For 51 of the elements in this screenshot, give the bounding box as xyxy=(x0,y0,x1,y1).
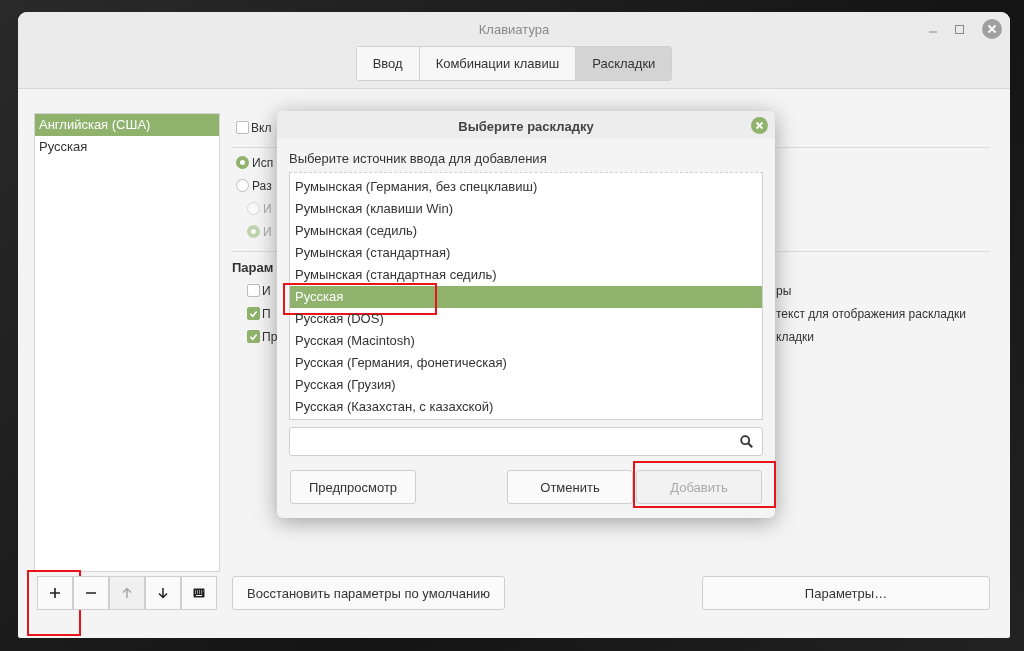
arrow-down-button[interactable] xyxy=(145,576,181,610)
close-icon[interactable] xyxy=(982,19,1002,39)
option-label: кладки xyxy=(775,329,815,344)
option-label: текст для отображения раскладки xyxy=(775,306,967,321)
settings-button[interactable]: Параметры… xyxy=(702,576,990,610)
option-label: И xyxy=(263,201,272,216)
dialog-button[interactable]: Предпросмотр xyxy=(290,470,416,504)
checkbox[interactable] xyxy=(247,330,260,343)
keyboard-button[interactable] xyxy=(181,576,217,610)
option-label: Вкл xyxy=(251,120,272,135)
check-icon xyxy=(248,331,259,342)
layout-option[interactable]: Русская (Грузия) xyxy=(290,374,762,396)
layout-option[interactable]: Русская (Германия, фонетическая) xyxy=(290,352,762,374)
layout-option[interactable]: Русская (DOS) xyxy=(290,308,762,330)
radio-button[interactable] xyxy=(236,179,249,192)
layout-option[interactable]: Румынская (стандартная) xyxy=(290,242,762,264)
search-field[interactable] xyxy=(289,427,763,456)
option-label: ры xyxy=(775,283,793,298)
tab[interactable]: Раскладки xyxy=(575,47,672,80)
dialog-title: Выберите раскладку xyxy=(458,118,594,134)
layout-option[interactable]: Румынская (клавиши Win) xyxy=(290,198,762,220)
radio-button[interactable] xyxy=(236,156,249,169)
search-icon xyxy=(740,435,753,448)
option-label: И xyxy=(263,224,272,239)
restore-defaults-button[interactable]: Восстановить параметры по умолчанию xyxy=(232,576,506,610)
dialog-button[interactable]: Отменить xyxy=(507,470,633,504)
plus-icon xyxy=(49,587,61,599)
section-heading: Парам xyxy=(232,259,274,277)
close-icon[interactable] xyxy=(751,117,768,134)
checkbox[interactable] xyxy=(247,284,260,297)
check-icon xyxy=(248,308,259,319)
checkbox[interactable] xyxy=(236,121,249,134)
checkbox[interactable] xyxy=(247,307,260,320)
option-label: П xyxy=(262,306,271,321)
option-label: Раз xyxy=(252,178,272,193)
window-title: Клавиатура xyxy=(478,21,550,37)
plus-button[interactable] xyxy=(37,576,73,610)
keyboard-icon xyxy=(193,587,205,599)
option-label: И xyxy=(262,283,271,298)
layout-option[interactable]: Румынская (седиль) xyxy=(290,220,762,242)
dialog-prompt: Выберите источник ввода для добавления xyxy=(289,151,548,166)
maximize-icon[interactable] xyxy=(955,24,964,34)
layout-option[interactable]: Русская (Macintosh) xyxy=(290,330,762,352)
layout-item[interactable]: Русская xyxy=(35,136,219,158)
arrow-down-icon xyxy=(157,587,169,599)
option-label: Пр xyxy=(262,329,278,344)
option-label: Исп xyxy=(252,155,274,170)
layout-option[interactable]: Русская (Казахстан, с казахской) xyxy=(290,396,762,418)
layout-option[interactable]: Румынская (Германия, без спецклавиш) xyxy=(290,176,762,198)
layout-option[interactable]: Румынская (стандартная седиль) xyxy=(290,264,762,286)
arrow-up-icon xyxy=(121,587,133,599)
